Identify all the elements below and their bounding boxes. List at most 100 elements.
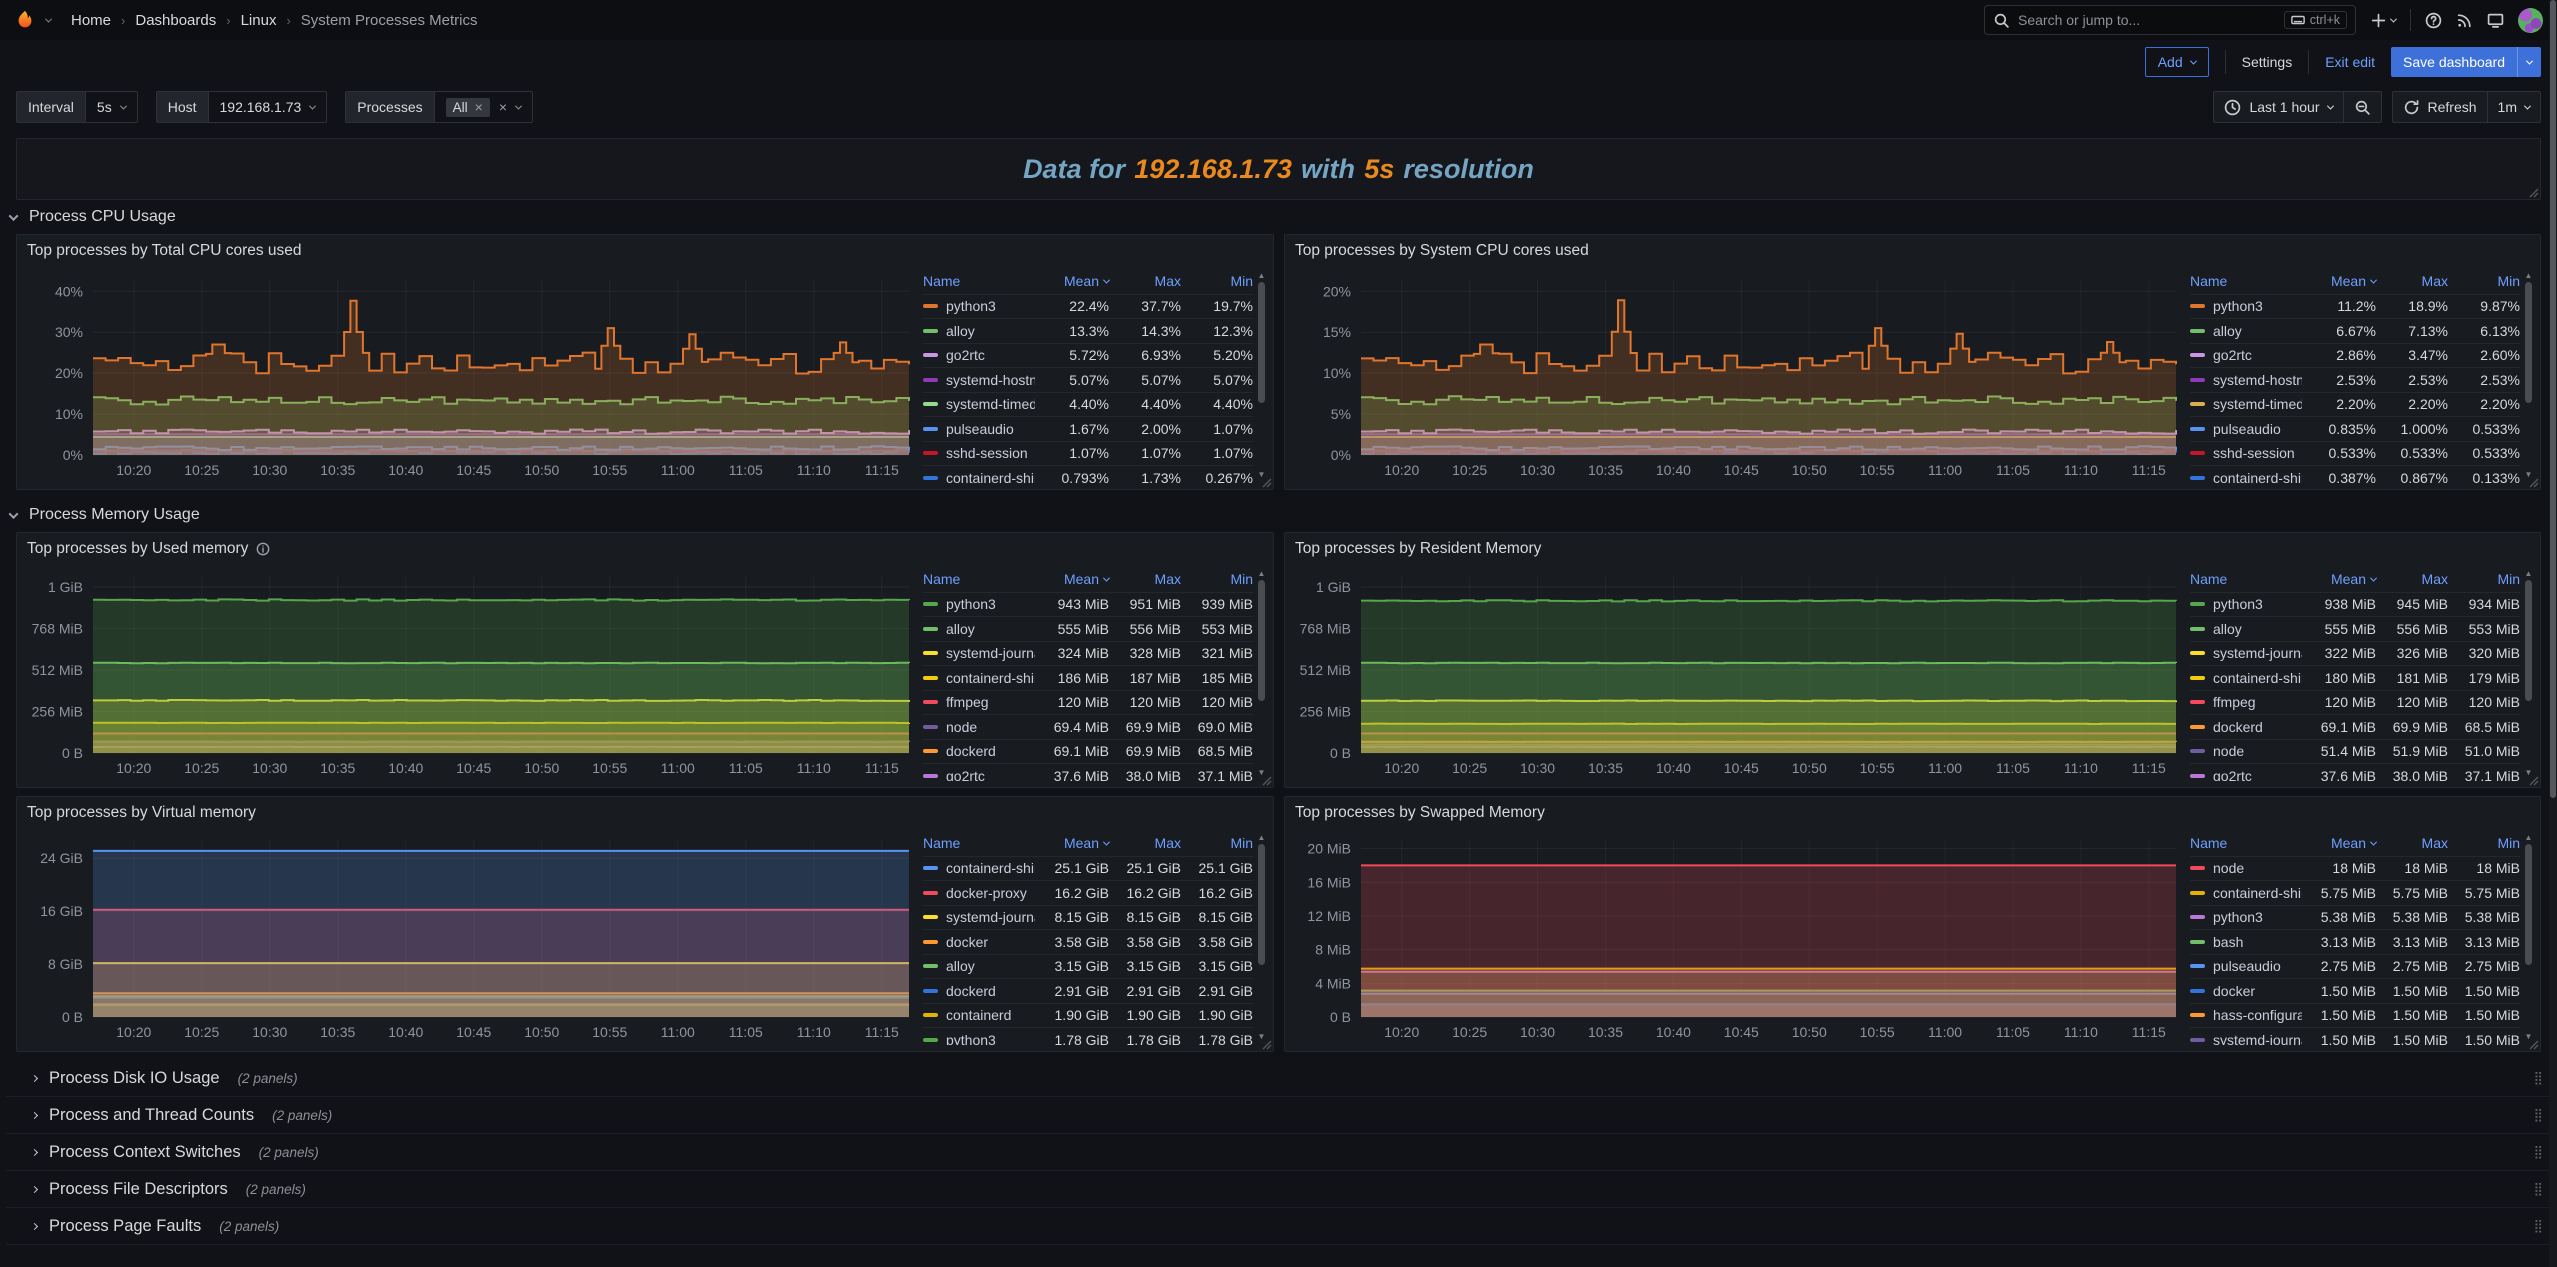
time-series-chart[interactable]: 0%5%10%15%20%10:2010:2510:3010:3510:4010… (1291, 267, 2184, 483)
series-label[interactable]: containerd-shim (2190, 885, 2302, 901)
panel-resize-handle[interactable] (2527, 774, 2539, 786)
series-label[interactable]: go2rtc (923, 347, 1035, 363)
series-label[interactable]: containerd (923, 1007, 1035, 1023)
row-header-process-cpu-usage[interactable]: Process CPU Usage (0, 200, 2557, 234)
panel-title[interactable]: Top processes by Swapped Memory (1285, 797, 2540, 829)
legend-scrollbar[interactable]: ▲ ▼ (1256, 833, 1267, 1041)
legend-sort-min[interactable]: Min (2448, 835, 2520, 851)
series-label[interactable]: docker (923, 934, 1035, 950)
collapsed-row-1[interactable]: Process and Thread Counts (2 panels) ⣿ (6, 1097, 2551, 1134)
scroll-up-icon[interactable]: ▲ (2525, 569, 2533, 578)
legend-sort-name[interactable]: Name (2190, 571, 2302, 587)
grafana-logo-icon[interactable] (14, 9, 36, 31)
legend-sort-mean[interactable]: Mean (2302, 571, 2376, 587)
legend-sort-mean[interactable]: Mean (2302, 273, 2376, 289)
series-label[interactable]: containerd-shim (923, 670, 1035, 686)
legend-sort-max[interactable]: Max (1109, 571, 1181, 587)
scroll-up-icon[interactable]: ▲ (1258, 271, 1266, 280)
series-label[interactable]: docker (2190, 983, 2302, 999)
series-label[interactable]: sshd-session (2190, 445, 2302, 461)
settings-button[interactable]: Settings (2242, 54, 2293, 70)
series-label[interactable]: systemd-timedat (2190, 396, 2302, 412)
scrollbar-thumb[interactable] (2525, 844, 2532, 965)
series-label[interactable]: systemd-timedat (923, 396, 1035, 412)
drag-handle-icon[interactable]: ⣿ (2533, 1107, 2541, 1123)
series-label[interactable]: containerd-shim (2190, 470, 2302, 483)
panel-resize-handle[interactable] (2527, 476, 2539, 488)
series-label[interactable]: python3 (2190, 596, 2302, 612)
legend-scrollbar[interactable]: ▲ ▼ (2523, 569, 2534, 777)
legend-sort-max[interactable]: Max (1109, 273, 1181, 289)
scrollbar-thumb[interactable] (2525, 580, 2532, 701)
info-icon[interactable] (256, 542, 270, 556)
legend-sort-name[interactable]: Name (923, 571, 1035, 587)
time-range-picker[interactable]: Last 1 hour (2214, 92, 2342, 122)
series-label[interactable]: node (2190, 743, 2302, 759)
legend-sort-min[interactable]: Min (2448, 571, 2520, 587)
series-label[interactable]: pulseaudio (2190, 421, 2302, 437)
series-label[interactable]: dockerd (2190, 719, 2302, 735)
drag-handle-icon[interactable]: ⣿ (2533, 1070, 2541, 1086)
page-scrollbar[interactable] (2549, 0, 2557, 1267)
legend-sort-max[interactable]: Max (2376, 835, 2448, 851)
scrollbar-thumb[interactable] (1258, 844, 1265, 965)
series-label[interactable]: sshd-session (923, 445, 1035, 461)
series-label[interactable]: systemd-journal (923, 645, 1035, 661)
help-button[interactable] (2425, 12, 2442, 29)
series-label[interactable]: go2rtc (2190, 347, 2302, 363)
user-avatar[interactable] (2518, 8, 2543, 33)
legend-sort-mean[interactable]: Mean (2302, 835, 2376, 851)
series-label[interactable]: containerd-shim (2190, 670, 2302, 686)
series-label[interactable]: systemd-journal (2190, 1032, 2302, 1045)
panel-resize-handle[interactable] (1260, 774, 1272, 786)
legend-scrollbar[interactable]: ▲ ▼ (1256, 569, 1267, 777)
panel-resize-handle[interactable] (1260, 1038, 1272, 1050)
time-series-chart[interactable]: 0 B256 MiB512 MiB768 MiB1 GiB10:2010:251… (23, 565, 917, 781)
series-label[interactable]: systemd-journal (2190, 645, 2302, 661)
series-label[interactable]: bash (2190, 934, 2302, 950)
breadcrumb-home[interactable]: Home (71, 12, 111, 29)
series-label[interactable]: hass-configurat (2190, 1007, 2302, 1023)
series-label[interactable]: node (2190, 860, 2302, 876)
legend-scrollbar[interactable]: ▲ ▼ (1256, 271, 1267, 479)
series-label[interactable]: python3 (2190, 298, 2302, 314)
chip-remove-icon[interactable]: × (475, 100, 483, 114)
legend-sort-min[interactable]: Min (1181, 273, 1253, 289)
processes-value-dropdown[interactable]: All × × (434, 91, 533, 123)
exit-edit-button[interactable]: Exit edit (2325, 54, 2375, 70)
series-label[interactable]: go2rtc (923, 768, 1035, 781)
series-label[interactable]: alloy (923, 958, 1035, 974)
series-label[interactable]: containerd-shim (923, 470, 1035, 483)
series-label[interactable]: docker-proxy (923, 885, 1035, 901)
panel-title[interactable]: Top processes by Total CPU cores used (17, 235, 1273, 267)
refresh-interval-dropdown[interactable]: 1m (2487, 92, 2540, 122)
legend-sort-name[interactable]: Name (2190, 835, 2302, 851)
series-label[interactable]: go2rtc (2190, 768, 2302, 781)
drag-handle-icon[interactable]: ⣿ (2533, 1218, 2541, 1234)
zoom-out-button[interactable] (2343, 92, 2381, 122)
scrollbar-thumb[interactable] (1258, 580, 1265, 701)
collapsed-row-3[interactable]: Process File Descriptors (2 panels) ⣿ (6, 1171, 2551, 1208)
add-button[interactable]: Add (2145, 47, 2209, 77)
panel-resize-handle[interactable] (1260, 476, 1272, 488)
series-label[interactable]: pulseaudio (923, 421, 1035, 437)
interval-value-dropdown[interactable]: 5s (85, 91, 138, 123)
series-label[interactable]: dockerd (923, 743, 1035, 759)
display-button[interactable] (2487, 12, 2504, 29)
series-label[interactable]: python3 (923, 596, 1035, 612)
legend-sort-name[interactable]: Name (2190, 273, 2302, 289)
series-label[interactable]: systemd-journal (923, 909, 1035, 925)
series-label[interactable]: dockerd (923, 983, 1035, 999)
drag-handle-icon[interactable]: ⣿ (2533, 1181, 2541, 1197)
legend-sort-max[interactable]: Max (2376, 571, 2448, 587)
time-series-chart[interactable]: 0 B256 MiB512 MiB768 MiB1 GiB10:2010:251… (1291, 565, 2184, 781)
clear-all-icon[interactable]: × (499, 100, 507, 114)
host-value-dropdown[interactable]: 192.168.1.73 (208, 91, 328, 123)
series-label[interactable]: ffmpeg (923, 694, 1035, 710)
series-label[interactable]: containerd-shim (923, 860, 1035, 876)
scrollbar-thumb[interactable] (2525, 282, 2532, 403)
series-label[interactable]: node (923, 719, 1035, 735)
series-label[interactable]: python3 (923, 298, 1035, 314)
legend-sort-name[interactable]: Name (923, 273, 1035, 289)
panel-title[interactable]: Top processes by Virtual memory (17, 797, 1273, 829)
